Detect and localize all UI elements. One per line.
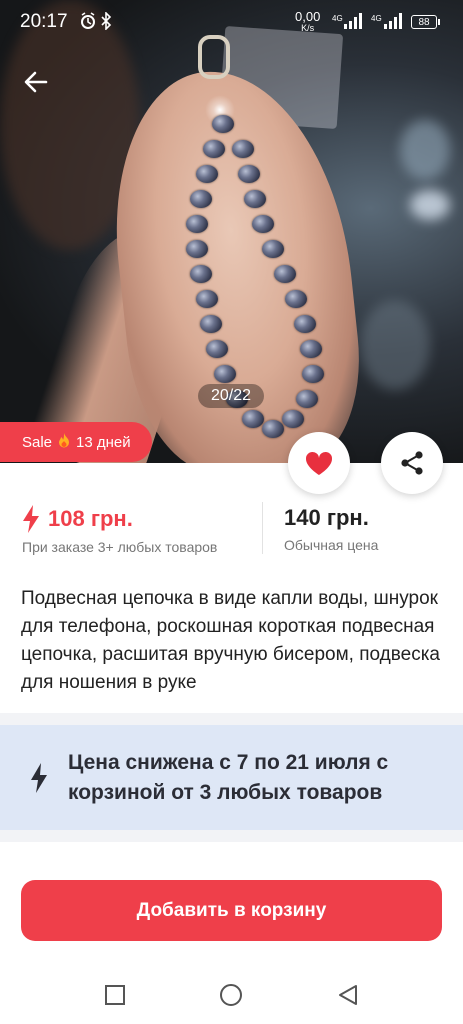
sale-price: 108 грн. [48, 506, 133, 531]
product-title: Подвесная цепочка в виде капли воды, шну… [21, 588, 440, 693]
signal-icon [344, 13, 362, 34]
regular-price-block: 140 грн. Обычная цена [284, 505, 378, 553]
home-button[interactable] [217, 981, 245, 1009]
status-bar: 20:17 0,00 K/s 4G 4G 88 [0, 0, 463, 44]
promo-text: Цена снижена с 7 по 21 июля с корзиной о… [68, 750, 389, 804]
add-to-cart-button[interactable]: Добавить в корзину [21, 880, 442, 941]
bluetooth-icon [100, 11, 112, 35]
recent-apps-button[interactable] [101, 981, 129, 1009]
back-nav-button[interactable] [334, 981, 362, 1009]
network-speed: 0,00 K/s [295, 9, 321, 33]
lightning-icon [24, 762, 54, 793]
regular-price-caption: Обычная цена [284, 537, 379, 553]
share-icon [401, 451, 423, 475]
regular-price: 140 грн. [284, 505, 369, 530]
share-button[interactable] [381, 432, 443, 494]
lightning-icon [22, 505, 40, 533]
promo-banner: Цена снижена с 7 по 21 июля с корзиной о… [0, 725, 463, 830]
signal-icon [384, 13, 402, 34]
fire-icon [58, 432, 70, 452]
sale-label: Sale [22, 433, 53, 451]
arrow-left-icon [24, 71, 48, 93]
network-type-2: 4G [371, 14, 382, 23]
heart-icon [305, 451, 333, 475]
triangle-back-icon [339, 985, 357, 1005]
sale-price-caption: При заказе 3+ любых товаров [22, 539, 218, 555]
sale-price-block: 108 грн. При заказе 3+ любых товаров [22, 505, 217, 555]
battery-level: 88 [418, 16, 430, 28]
status-time: 20:17 [20, 11, 68, 32]
favorite-button[interactable] [288, 432, 350, 494]
network-type-1: 4G [332, 14, 343, 23]
square-icon [105, 985, 125, 1005]
sale-badge: Sale 13 дней [0, 422, 152, 462]
battery-icon: 88 [411, 15, 437, 29]
circle-icon [220, 984, 242, 1006]
sale-days: 13 дней [76, 433, 131, 451]
back-button[interactable] [20, 66, 52, 98]
system-nav-bar [0, 965, 463, 1024]
gallery-counter: 20/22 [198, 384, 264, 408]
alarm-icon [80, 12, 96, 35]
